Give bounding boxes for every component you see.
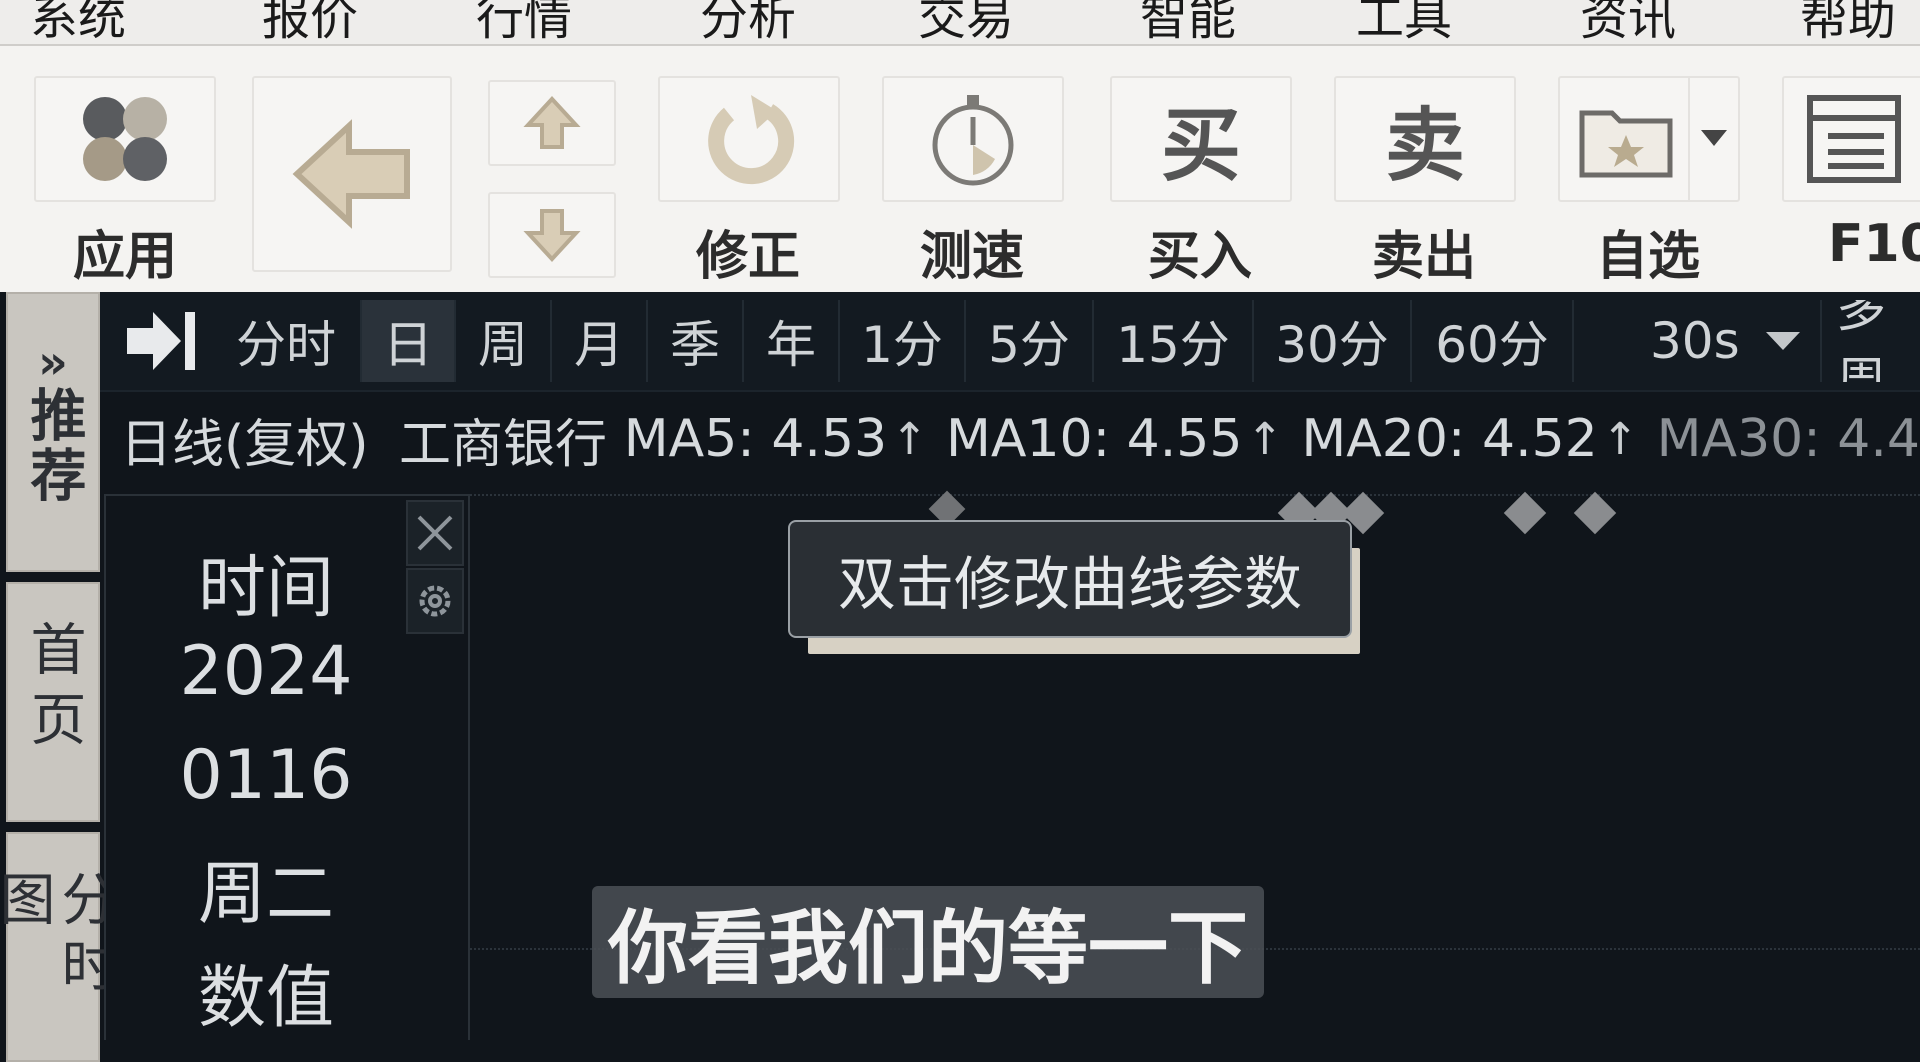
correct-button[interactable]: 修正 bbox=[656, 46, 840, 292]
nav-tab-home[interactable]: 首页 bbox=[6, 582, 100, 822]
up-arrow-icon: ↑ bbox=[891, 413, 929, 465]
speed-test-button[interactable]: 测速 bbox=[880, 46, 1064, 292]
nav-recommend-label: 推荐 bbox=[21, 386, 86, 506]
time-label: 时间 bbox=[197, 549, 334, 628]
ma20-value[interactable]: MA20: 4.52 bbox=[1301, 409, 1597, 469]
period-1min[interactable]: 1分 bbox=[840, 300, 966, 382]
f10-icon bbox=[1782, 76, 1920, 202]
watchlist-label: 自选 bbox=[1595, 227, 1700, 287]
nav-tab-intraday[interactable]: 分时图 bbox=[0, 832, 117, 1062]
date-year: 2024 bbox=[179, 632, 353, 711]
buy-label: 买入 bbox=[1147, 227, 1252, 287]
period-15min[interactable]: 15分 bbox=[1094, 300, 1254, 382]
weekday: 周二 bbox=[197, 855, 334, 934]
menu-bar: 系统 报价 行情 分析 交易 智能 工具 资讯 帮助 bbox=[0, 0, 1920, 46]
up-arrow-icon: ↑ bbox=[1246, 413, 1284, 465]
line-type[interactable]: 日线(复权) bbox=[120, 402, 369, 477]
period-30s-label: 30s bbox=[1650, 312, 1740, 370]
tooltip: 双击修改曲线参数 bbox=[788, 520, 1352, 638]
menu-analysis[interactable]: 分析 bbox=[700, 0, 796, 44]
f10-label: F10 bbox=[1828, 214, 1920, 274]
video-subtitle: 你看我们的等一下 bbox=[592, 886, 1264, 998]
double-chevron-icon: » bbox=[38, 335, 68, 389]
sell-icon: 卖 bbox=[1334, 76, 1516, 202]
menu-help[interactable]: 帮助 bbox=[1800, 0, 1896, 44]
period-multi[interactable]: 多周 bbox=[1822, 300, 1920, 382]
nav-intraday-label: 分时图 bbox=[0, 870, 117, 1002]
ma30-value[interactable]: MA30: 4.4 bbox=[1657, 409, 1920, 469]
sell-button[interactable]: 卖 卖出 bbox=[1332, 46, 1516, 292]
period-intraday[interactable]: 分时 bbox=[212, 300, 362, 382]
page-up-button[interactable] bbox=[488, 80, 616, 166]
buy-button[interactable]: 买 买入 bbox=[1108, 46, 1292, 292]
apps-icon bbox=[34, 76, 216, 202]
left-nav: » 推荐 首页 分时图 bbox=[0, 292, 117, 1062]
back-arrow-icon bbox=[252, 76, 452, 272]
stock-name: 工商银行 bbox=[399, 414, 608, 475]
period-year[interactable]: 年 bbox=[744, 300, 840, 382]
period-60min[interactable]: 60分 bbox=[1412, 300, 1574, 382]
arrow-down-icon bbox=[523, 209, 581, 262]
page-down-button[interactable] bbox=[488, 192, 616, 278]
dropdown-arrow-icon[interactable] bbox=[1688, 78, 1738, 200]
period-season[interactable]: 季 bbox=[648, 300, 744, 382]
nav-tab-recommend[interactable]: » 推荐 bbox=[6, 292, 100, 572]
date-monthday: 0116 bbox=[179, 736, 353, 815]
watchlist-button[interactable]: 自选 bbox=[1556, 46, 1740, 292]
period-5min[interactable]: 5分 bbox=[966, 300, 1094, 382]
period-30min[interactable]: 30分 bbox=[1254, 300, 1412, 382]
menu-news[interactable]: 资讯 bbox=[1580, 0, 1676, 44]
expand-panel-icon[interactable] bbox=[108, 300, 212, 382]
buy-icon: 买 bbox=[1110, 76, 1292, 202]
ma10-value[interactable]: MA10: 4.55 bbox=[946, 409, 1242, 469]
toolbar: 应用 修正 测速 买 买入 卖 卖出 自选 F10 bbox=[0, 46, 1920, 292]
menu-quote[interactable]: 报价 bbox=[262, 0, 358, 44]
nav-home-label: 首页 bbox=[21, 620, 86, 760]
menu-tools[interactable]: 工具 bbox=[1356, 0, 1452, 44]
period-month[interactable]: 月 bbox=[552, 300, 648, 382]
value-label: 数值 bbox=[197, 959, 334, 1038]
stopwatch-icon bbox=[882, 76, 1064, 202]
f10-button[interactable]: F10 bbox=[1780, 46, 1920, 292]
speed-test-label: 测速 bbox=[919, 227, 1024, 287]
period-week[interactable]: 周 bbox=[456, 300, 552, 382]
menu-trade[interactable]: 交易 bbox=[918, 0, 1014, 44]
scroll-buttons bbox=[488, 46, 618, 292]
refresh-icon bbox=[658, 76, 840, 202]
menu-system[interactable]: 系统 bbox=[30, 0, 126, 44]
ma-indicator-row: 日线(复权) 工商银行 MA5: 4.53 ↑ MA10: 4.55 ↑ MA20:… bbox=[100, 392, 1920, 486]
signal-marker bbox=[1573, 491, 1617, 535]
sell-label: 卖出 bbox=[1371, 227, 1476, 287]
signal-marker bbox=[1503, 491, 1547, 535]
arrow-up-icon bbox=[523, 96, 581, 149]
correct-label: 修正 bbox=[695, 227, 800, 287]
period-day[interactable]: 日 bbox=[362, 300, 456, 382]
menu-market[interactable]: 行情 bbox=[476, 0, 572, 44]
apps-button[interactable]: 应用 bbox=[30, 46, 220, 292]
ma5-value[interactable]: MA5: 4.53 bbox=[624, 409, 887, 469]
period-bar: 分时 日 周 月 季 年 1分 5分 15分 30分 60分 30s 多周 bbox=[100, 292, 1920, 392]
period-30s-select[interactable]: 30s bbox=[1574, 300, 1822, 382]
chevron-down-icon bbox=[1766, 332, 1800, 350]
back-button[interactable] bbox=[252, 46, 452, 292]
folder-icon bbox=[1558, 76, 1740, 202]
up-arrow-icon: ↑ bbox=[1601, 413, 1639, 465]
grid-line bbox=[470, 494, 1920, 496]
menu-smart[interactable]: 智能 bbox=[1140, 0, 1236, 44]
crosshair-info-panel: 时间 2024 0116 周二 数值 bbox=[104, 494, 470, 1040]
apps-label: 应用 bbox=[72, 227, 177, 287]
